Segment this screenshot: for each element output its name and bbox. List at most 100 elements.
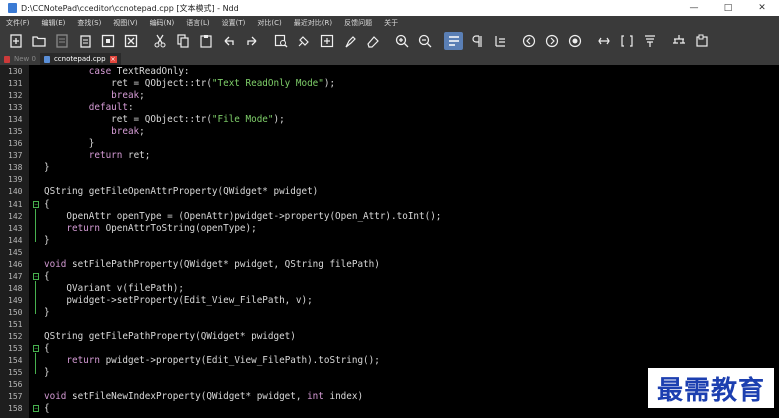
code-line[interactable]: 146 void setFilePathProperty(QWidget* pwi… bbox=[0, 259, 779, 271]
indent-guide-icon[interactable] bbox=[490, 32, 509, 50]
code-line[interactable]: 140 QString getFileOpenAttrProperty(QWidg… bbox=[0, 186, 779, 198]
paste-icon[interactable] bbox=[196, 32, 215, 50]
tab-close-icon[interactable]: × bbox=[109, 55, 117, 63]
code-line[interactable]: 152 QString getFilePathProperty(QWidget* … bbox=[0, 331, 779, 343]
clear-mark-icon[interactable] bbox=[363, 32, 382, 50]
menu-compare[interactable]: 对比(C) bbox=[251, 18, 287, 28]
menu-view[interactable]: 视图(V) bbox=[107, 18, 143, 28]
code-line[interactable]: 149 pwidget->setProperty(Edit_View_FileP… bbox=[0, 295, 779, 307]
hex-icon[interactable] bbox=[692, 32, 711, 50]
code-line[interactable]: 135 break; bbox=[0, 126, 779, 138]
code-line[interactable]: 131 ret = QObject::tr("Text ReadOnly Mod… bbox=[0, 78, 779, 90]
line-number: 149 bbox=[8, 295, 23, 305]
keyword-token: break bbox=[111, 126, 140, 138]
code-line[interactable]: 139 bbox=[0, 174, 779, 186]
minimize-button[interactable]: — bbox=[677, 3, 711, 13]
code-line[interactable]: 143 return OpenAttrToString(openType); bbox=[0, 223, 779, 235]
maximize-button[interactable]: □ bbox=[711, 3, 745, 13]
tab-new-0[interactable]: New 0 bbox=[0, 53, 40, 65]
code-text: QString getFileOpenAttrProperty(QWidget*… bbox=[44, 186, 318, 198]
compare-icon[interactable] bbox=[594, 32, 613, 50]
tab-ccnotepad-cpp[interactable]: ccnotepad.cpp × bbox=[39, 53, 121, 65]
code-text: ret = QObject::tr("File Mode"); bbox=[44, 114, 285, 126]
code-line[interactable]: 147 −{ bbox=[0, 271, 779, 283]
code-line[interactable]: 151 bbox=[0, 319, 779, 331]
line-number: 139 bbox=[8, 175, 23, 185]
new-file-icon[interactable] bbox=[6, 32, 25, 50]
menu-edit[interactable]: 编辑(E) bbox=[36, 18, 72, 28]
zoom-out-icon[interactable] bbox=[415, 32, 434, 50]
code-line[interactable]: 145 bbox=[0, 247, 779, 259]
save-icon[interactable] bbox=[52, 32, 71, 50]
next-icon[interactable] bbox=[542, 32, 561, 50]
code-editor[interactable]: 130 case TextReadOnly: 131 ret = QObject:… bbox=[0, 65, 779, 418]
code-text: return ret; bbox=[44, 150, 151, 162]
code-token: } bbox=[44, 367, 50, 379]
replace-icon[interactable] bbox=[294, 32, 313, 50]
menu-recent-compare[interactable]: 最近对比(R) bbox=[288, 18, 338, 28]
copy-icon[interactable] bbox=[173, 32, 192, 50]
record-icon[interactable] bbox=[565, 32, 584, 50]
code-line[interactable]: 153 −{ bbox=[0, 343, 779, 355]
line-number: 152 bbox=[8, 332, 23, 342]
menu-about[interactable]: 关于 bbox=[378, 18, 404, 28]
menu-encoding[interactable]: 编码(N) bbox=[144, 18, 181, 28]
code-line[interactable]: 132 break; bbox=[0, 90, 779, 102]
cut-icon[interactable] bbox=[150, 32, 169, 50]
line-number: 154 bbox=[8, 356, 23, 366]
code-line[interactable]: 136 } bbox=[0, 138, 779, 150]
code-line[interactable]: 138} bbox=[0, 162, 779, 174]
show-symbols-icon[interactable] bbox=[467, 32, 486, 50]
code-line[interactable]: 154 return pwidget->property(Edit_View_F… bbox=[0, 355, 779, 367]
code-text: } bbox=[44, 138, 95, 150]
fold-toggle-icon[interactable]: − bbox=[33, 272, 39, 280]
code-line[interactable]: 142 OpenAttr openType = (OpenAttr)pwidge… bbox=[0, 211, 779, 223]
code-token: ret = QObject::tr( bbox=[44, 114, 212, 126]
close-all-icon[interactable] bbox=[121, 32, 140, 50]
menu-file[interactable]: 文件(F) bbox=[0, 18, 36, 28]
code-line[interactable]: 137 return ret; bbox=[0, 150, 779, 162]
save-all-icon[interactable] bbox=[75, 32, 94, 50]
word-wrap-icon[interactable] bbox=[444, 32, 463, 50]
find-icon[interactable] bbox=[271, 32, 290, 50]
code-token: setFileNewIndexProperty(QWidget* pwidget… bbox=[66, 391, 308, 403]
open-folder-icon[interactable] bbox=[29, 32, 48, 50]
prev-icon[interactable] bbox=[519, 32, 538, 50]
watermark-logo: 最需教育 bbox=[648, 368, 774, 408]
fold-toggle-icon[interactable]: − bbox=[33, 405, 39, 413]
redo-icon[interactable] bbox=[242, 32, 261, 50]
undo-icon[interactable] bbox=[219, 32, 238, 50]
code-line[interactable]: 134 ret = QObject::tr("File Mode"); bbox=[0, 114, 779, 126]
tab-label: New 0 bbox=[14, 55, 36, 63]
fold-toggle-icon[interactable]: − bbox=[33, 200, 39, 208]
code-line[interactable]: 141 −{ bbox=[0, 199, 779, 211]
close-window-button[interactable]: ✕ bbox=[745, 3, 779, 13]
dir-compare-icon[interactable] bbox=[617, 32, 636, 50]
code-token: QString getFilePathProperty(QWidget* pwi… bbox=[44, 331, 296, 343]
menu-language[interactable]: 语言(L) bbox=[180, 18, 215, 28]
code-line[interactable]: 150} bbox=[0, 307, 779, 319]
menu-settings[interactable]: 设置(T) bbox=[216, 18, 252, 28]
close-icon[interactable] bbox=[98, 32, 117, 50]
zoom-in-icon[interactable] bbox=[392, 32, 411, 50]
bin-compare-icon[interactable] bbox=[640, 32, 659, 50]
code-line[interactable]: 148 QVariant v(filePath); bbox=[0, 283, 779, 295]
fold-toggle-icon[interactable]: − bbox=[33, 345, 39, 353]
code-line[interactable]: 130 case TextReadOnly: bbox=[0, 66, 779, 78]
menu-search[interactable]: 查找(S) bbox=[71, 18, 107, 28]
mark-icon[interactable] bbox=[340, 32, 359, 50]
goto-icon[interactable] bbox=[317, 32, 336, 50]
code-token: ret; bbox=[122, 150, 151, 162]
code-line[interactable]: 144} bbox=[0, 235, 779, 247]
code-line[interactable]: 133 default: bbox=[0, 102, 779, 114]
code-text: void setFilePathProperty(QWidget* pwidge… bbox=[44, 259, 380, 271]
window-controls: — □ ✕ bbox=[677, 3, 779, 13]
keyword-token: break bbox=[111, 90, 140, 102]
menu-feedback[interactable]: 反馈问题 bbox=[338, 18, 378, 28]
encoding-icon[interactable] bbox=[669, 32, 688, 50]
code-text: pwidget->setProperty(Edit_View_FilePath,… bbox=[44, 295, 312, 307]
code-token: } bbox=[44, 162, 50, 174]
